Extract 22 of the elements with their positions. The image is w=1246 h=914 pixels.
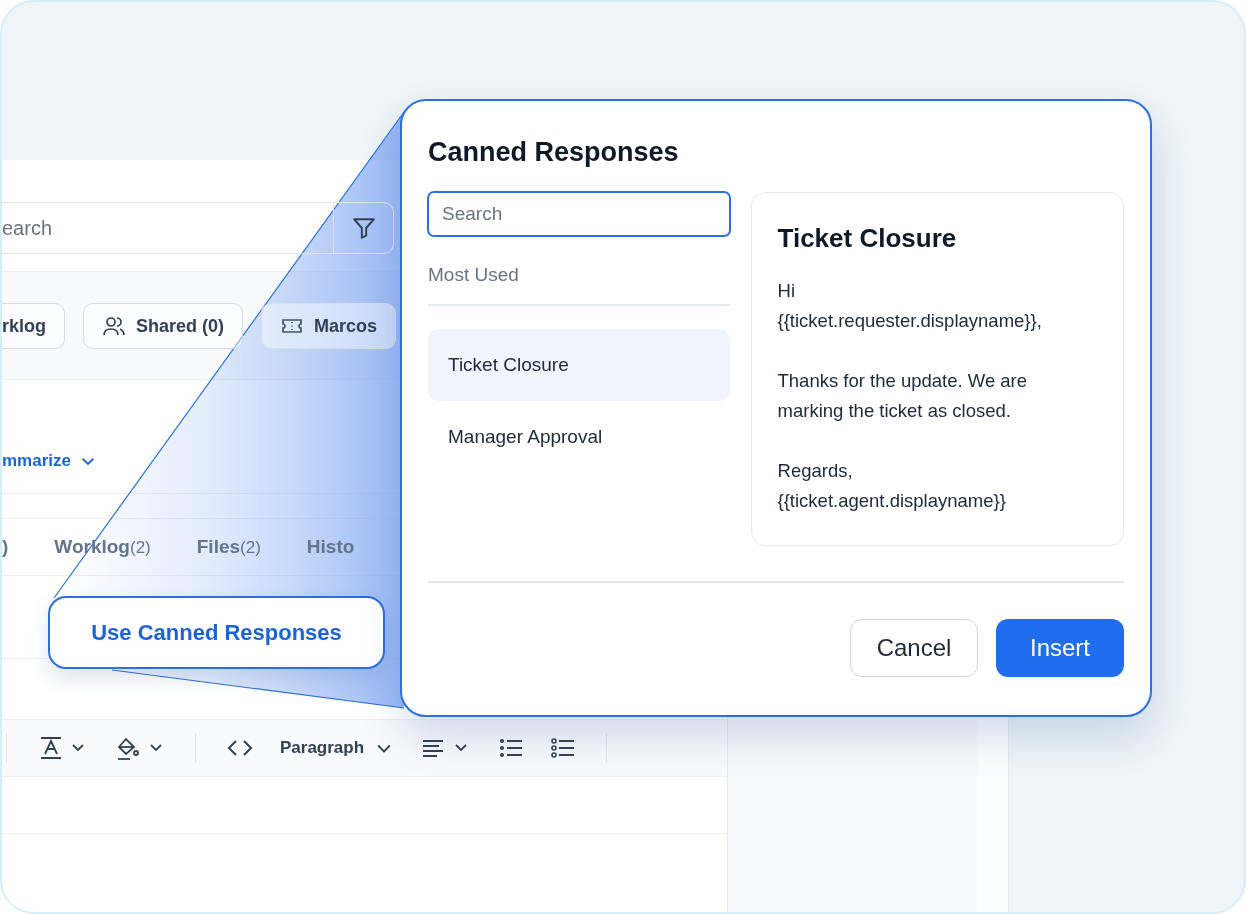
response-item[interactable]: Ticket Closure — [428, 329, 730, 401]
section-label: Most Used — [428, 236, 730, 306]
paragraph-dropdown[interactable]: Paragraph — [280, 738, 395, 758]
dialog-title: Canned Responses — [428, 137, 680, 168]
use-canned-responses-button[interactable]: Use Canned Responses — [48, 596, 385, 669]
preview-paragraph: Regards, {{ticket.agent.displayname}} — [777, 459, 1007, 513]
tab[interactable]: Files(2) — [196, 536, 261, 558]
preview-paragraph: Thanks for the update. We are marking the ticket as closed. — [777, 369, 1029, 423]
filter-chip[interactable]: rklog — [2, 303, 65, 349]
filter-icon — [350, 215, 377, 241]
insert-button[interactable]: Insert — [996, 619, 1124, 677]
cancel-button[interactable]: Cancel — [850, 619, 978, 677]
response-item[interactable]: Manager Approval — [428, 401, 730, 473]
numbered-list-button[interactable] — [550, 736, 577, 760]
people-icon — [102, 314, 126, 338]
search-field[interactable]: Search — [428, 192, 730, 236]
tab[interactable]: ) — [2, 536, 9, 558]
summarize-link[interactable]: mmarize — [2, 451, 97, 471]
bullet-list-button[interactable] — [498, 736, 525, 760]
preview-title: Ticket Closure — [777, 223, 958, 254]
filter-chip[interactable]: Shared (0) — [83, 303, 244, 349]
preview-paragraph: Hi {{ticket.requester.displayname}}, — [777, 279, 1043, 333]
